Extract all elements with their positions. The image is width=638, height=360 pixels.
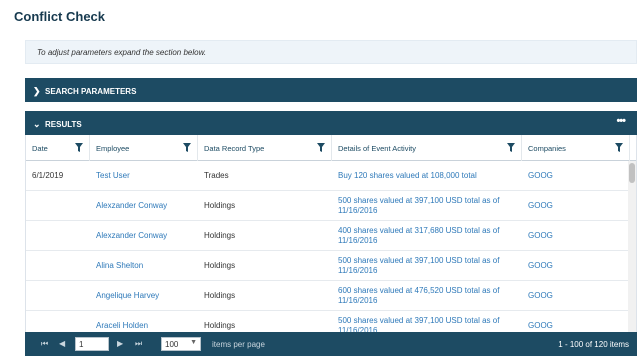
table-row[interactable]: Alexzander Conway Holdings 500 shares va… (26, 191, 630, 221)
details-link[interactable]: Buy 120 shares valued at 108,000 total (332, 161, 522, 191)
pager: ⏮ ◀ 1 ▶ ⏭ 100 ▼ items per page 1 - 100 o… (25, 332, 637, 356)
company-link[interactable]: GOOG (522, 311, 630, 332)
conflict-check-page: Conflict Check To adjust parameters expa… (0, 0, 638, 360)
filter-icon[interactable] (615, 143, 623, 152)
employee-link[interactable]: Araceli Holden (90, 311, 198, 332)
column-label: Companies (528, 144, 566, 153)
items-per-page-value: 100 (165, 340, 179, 349)
details-link[interactable]: 500 shares valued at 397,100 USD total a… (332, 251, 522, 281)
results-header[interactable]: ⌄ RESULTS ••• (25, 111, 637, 135)
results-grid: Date Employee Data Record Type Details o… (25, 135, 637, 332)
column-label: Employee (96, 144, 130, 153)
record-type-cell: Holdings (204, 321, 236, 330)
column-header-data-record-type[interactable]: Data Record Type (198, 135, 332, 161)
chevron-down-icon: ⌄ (33, 119, 41, 129)
search-parameters-label: SEARCH PARAMETERS (45, 87, 137, 96)
details-link[interactable]: 600 shares valued at 476,520 USD total a… (332, 281, 522, 311)
table-row[interactable]: Alexzander Conway Holdings 400 shares va… (26, 221, 630, 251)
page-number-input[interactable]: 1 (75, 337, 109, 351)
column-label: Details of Event Activity (338, 144, 416, 153)
chevron-right-icon: ❯ (33, 86, 41, 96)
column-header-companies[interactable]: Companies (522, 135, 630, 161)
company-link[interactable]: GOOG (522, 221, 630, 251)
column-label: Data Record Type (204, 144, 265, 153)
next-page-icon[interactable]: ▶ (117, 339, 123, 348)
date-cell (26, 221, 90, 251)
record-type-cell: Holdings (204, 261, 236, 270)
filter-icon[interactable] (183, 143, 191, 152)
employee-link[interactable]: Alexzander Conway (90, 191, 198, 221)
date-cell (26, 281, 90, 311)
filter-icon[interactable] (75, 143, 83, 152)
filter-icon[interactable] (507, 143, 515, 152)
record-type-cell: Trades (204, 171, 229, 180)
table-row[interactable]: Angelique Harvey Holdings 600 shares val… (26, 281, 630, 311)
record-type-cell: Holdings (204, 231, 236, 240)
company-link[interactable]: GOOG (522, 281, 630, 311)
parameters-hint: To adjust parameters expand the section … (25, 40, 637, 64)
results-label: RESULTS (45, 120, 82, 129)
employee-link[interactable]: Alexzander Conway (90, 221, 198, 251)
item-range: 1 - 100 of 120 items (558, 340, 629, 349)
grid-body: 6/1/2019 Test User Trades Buy 120 shares… (26, 161, 630, 332)
employee-link[interactable]: Test User (90, 161, 198, 191)
search-parameters-header[interactable]: ❯ SEARCH PARAMETERS (25, 78, 637, 102)
employee-link[interactable]: Angelique Harvey (90, 281, 198, 311)
chevron-down-icon: ▼ (190, 339, 197, 346)
column-label: Date (32, 144, 48, 153)
details-link[interactable]: 500 shares valued at 397,100 USD total a… (332, 191, 522, 221)
page-title: Conflict Check (14, 9, 106, 24)
filter-icon[interactable] (317, 143, 325, 152)
column-header-employee[interactable]: Employee (90, 135, 198, 161)
column-header-details[interactable]: Details of Event Activity (332, 135, 522, 161)
company-link[interactable]: GOOG (522, 251, 630, 281)
more-options-icon[interactable]: ••• (616, 115, 626, 127)
items-per-page-label: items per page (212, 340, 265, 349)
vertical-scrollbar[interactable] (628, 161, 636, 332)
table-row[interactable]: 6/1/2019 Test User Trades Buy 120 shares… (26, 161, 630, 191)
company-link[interactable]: GOOG (522, 161, 630, 191)
date-cell (26, 311, 90, 332)
date-cell (26, 191, 90, 221)
details-link[interactable]: 400 shares valued at 317,680 USD total a… (332, 221, 522, 251)
scrollbar-thumb[interactable] (629, 163, 635, 183)
record-type-cell: Holdings (204, 291, 236, 300)
date-cell (26, 251, 90, 281)
prev-page-icon[interactable]: ◀ (59, 339, 65, 348)
table-row[interactable]: Alina Shelton Holdings 500 shares valued… (26, 251, 630, 281)
date-cell: 6/1/2019 (32, 171, 64, 180)
record-type-cell: Holdings (204, 201, 236, 210)
grid-header: Date Employee Data Record Type Details o… (26, 135, 636, 161)
company-link[interactable]: GOOG (522, 191, 630, 221)
first-page-icon[interactable]: ⏮ (41, 339, 48, 349)
column-header-date[interactable]: Date (26, 135, 90, 161)
details-link[interactable]: 500 shares valued at 397,100 USD total a… (332, 311, 522, 332)
items-per-page-select[interactable]: 100 ▼ (161, 337, 201, 351)
employee-link[interactable]: Alina Shelton (90, 251, 198, 281)
last-page-icon[interactable]: ⏭ (135, 339, 142, 349)
table-row[interactable]: Araceli Holden Holdings 500 shares value… (26, 311, 630, 332)
